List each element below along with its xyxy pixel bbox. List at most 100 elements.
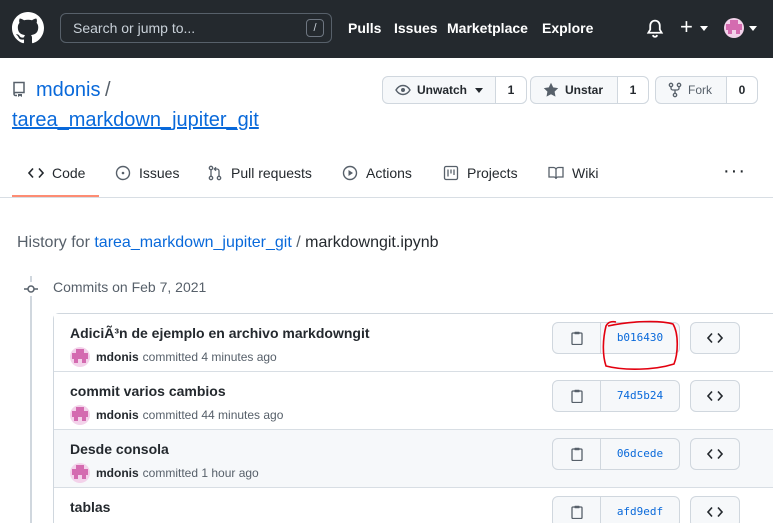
commit-meta: mdonis committed 4 minutes ago bbox=[70, 347, 277, 367]
tab-actions-label: Actions bbox=[366, 165, 412, 181]
sha-button-group: afd9edf bbox=[552, 496, 680, 523]
commit-node-icon bbox=[24, 282, 38, 296]
commit-author-link[interactable]: mdonis bbox=[96, 408, 139, 422]
tab-projects-label: Projects bbox=[467, 165, 518, 181]
nav-issues[interactable]: Issues bbox=[394, 20, 438, 36]
repo-separator: / bbox=[105, 79, 111, 101]
author-avatar[interactable] bbox=[70, 347, 90, 367]
active-tab-indicator bbox=[12, 195, 99, 197]
unwatch-label: Unwatch bbox=[417, 83, 468, 97]
sha-button-group: b016430 bbox=[552, 322, 680, 354]
unstar-label: Unstar bbox=[565, 83, 604, 97]
commit-sha-link[interactable]: b016430 bbox=[601, 323, 679, 353]
unwatch-button[interactable]: Unwatch bbox=[383, 77, 497, 103]
code-icon bbox=[707, 448, 723, 460]
repo-name-link[interactable]: tarea_markdown_jupiter_git bbox=[12, 109, 259, 132]
tab-pull-requests-label: Pull requests bbox=[231, 165, 312, 181]
clipboard-icon bbox=[570, 331, 583, 345]
commit-sha-link[interactable]: 74d5b24 bbox=[601, 381, 679, 411]
tab-projects[interactable]: Projects bbox=[443, 165, 518, 181]
commit-author-link[interactable]: mdonis bbox=[96, 466, 139, 480]
fork-button[interactable]: Fork bbox=[656, 77, 727, 103]
copy-sha-button[interactable] bbox=[553, 323, 601, 353]
repo-owner-link[interactable]: mdonis bbox=[36, 79, 100, 102]
unstar-button[interactable]: Unstar bbox=[531, 77, 619, 103]
github-logo-icon[interactable] bbox=[12, 12, 44, 44]
tab-code-label: Code bbox=[52, 165, 86, 181]
pull-request-icon bbox=[208, 165, 222, 181]
tab-code[interactable]: Code bbox=[28, 165, 85, 181]
code-icon bbox=[707, 332, 723, 344]
code-icon bbox=[707, 506, 723, 518]
nav-marketplace[interactable]: Marketplace bbox=[447, 20, 528, 36]
identicon-icon bbox=[72, 349, 88, 363]
commit-sha-link[interactable]: 06dcede bbox=[601, 439, 679, 469]
author-avatar[interactable] bbox=[70, 463, 90, 483]
commit-time: committed 1 hour ago bbox=[142, 466, 259, 480]
copy-sha-button[interactable] bbox=[553, 381, 601, 411]
tab-issues[interactable]: Issues bbox=[115, 165, 179, 181]
identicon-icon bbox=[726, 20, 742, 34]
eye-icon bbox=[395, 84, 411, 96]
tab-wiki-label: Wiki bbox=[572, 165, 599, 181]
commit-meta: mdonis committed 44 minutes ago bbox=[70, 405, 283, 425]
clipboard-icon bbox=[570, 389, 583, 403]
timeline-line bbox=[30, 276, 32, 523]
history-file-name: markdowngit.ipynb bbox=[305, 234, 439, 251]
code-icon bbox=[707, 390, 723, 402]
browse-repo-button[interactable] bbox=[690, 438, 740, 470]
sha-button-group: 06dcede bbox=[552, 438, 680, 470]
star-count[interactable]: 1 bbox=[618, 77, 649, 103]
star-button-group: Unstar 1 bbox=[530, 76, 650, 104]
clipboard-icon bbox=[570, 505, 583, 519]
identicon-icon bbox=[72, 465, 88, 479]
watch-button-group: Unwatch 1 bbox=[382, 76, 528, 104]
commit-meta: mdonis committed 1 hour ago bbox=[70, 463, 259, 483]
commit-time: committed 44 minutes ago bbox=[142, 408, 284, 422]
fork-label: Fork bbox=[688, 83, 712, 97]
commit-title-link[interactable]: Desde consola bbox=[70, 441, 169, 457]
search-placeholder: Search or jump to... bbox=[73, 20, 196, 36]
commit-row: Desde consola mdonis committed 1 hour ag… bbox=[54, 430, 773, 488]
tab-pull-requests[interactable]: Pull requests bbox=[207, 165, 312, 181]
identicon-icon bbox=[72, 407, 88, 421]
tab-issues-label: Issues bbox=[139, 165, 180, 181]
browse-repo-button[interactable] bbox=[690, 322, 740, 354]
commit-list: AdiciÃ³n de ejemplo en archivo markdowng… bbox=[53, 313, 773, 523]
notifications-bell-icon[interactable] bbox=[646, 19, 664, 39]
commit-title-link[interactable]: AdiciÃ³n de ejemplo en archivo markdowng… bbox=[70, 325, 370, 341]
browse-repo-button[interactable] bbox=[690, 380, 740, 412]
copy-sha-button[interactable] bbox=[553, 497, 601, 523]
author-avatar[interactable] bbox=[70, 405, 90, 425]
more-menu-icon[interactable]: ··· bbox=[723, 160, 746, 183]
nav-pulls[interactable]: Pulls bbox=[348, 20, 381, 36]
commit-title-link[interactable]: tablas bbox=[70, 499, 110, 515]
copy-sha-button[interactable] bbox=[553, 439, 601, 469]
history-repo-link[interactable]: tarea_markdown_jupiter_git bbox=[94, 234, 291, 251]
user-menu-caret-icon[interactable] bbox=[749, 26, 757, 31]
search-shortcut-key: / bbox=[306, 19, 324, 37]
issue-icon bbox=[115, 165, 131, 181]
create-new-plus-icon[interactable]: + bbox=[680, 16, 693, 38]
commit-sha-link[interactable]: afd9edf bbox=[601, 497, 679, 523]
commit-row: AdiciÃ³n de ejemplo en archivo markdowng… bbox=[54, 314, 773, 372]
nav-explore[interactable]: Explore bbox=[542, 20, 593, 36]
star-icon bbox=[543, 82, 559, 97]
user-avatar[interactable] bbox=[724, 18, 744, 38]
fork-count[interactable]: 0 bbox=[727, 77, 757, 103]
tab-wiki[interactable]: Wiki bbox=[548, 165, 598, 181]
commit-title-link[interactable]: commit varios cambios bbox=[70, 383, 226, 399]
create-new-caret-icon[interactable] bbox=[700, 26, 708, 31]
watch-count[interactable]: 1 bbox=[496, 77, 527, 103]
browse-repo-button[interactable] bbox=[690, 496, 740, 523]
clipboard-icon bbox=[570, 447, 583, 461]
repo-icon bbox=[13, 81, 25, 97]
commit-time: committed 4 minutes ago bbox=[142, 350, 277, 364]
fork-button-group: Fork 0 bbox=[655, 76, 758, 104]
sha-button-group: 74d5b24 bbox=[552, 380, 680, 412]
project-icon bbox=[443, 165, 459, 181]
tab-actions[interactable]: Actions bbox=[342, 165, 412, 181]
commit-author-link[interactable]: mdonis bbox=[96, 350, 139, 364]
search-input[interactable]: Search or jump to... / bbox=[60, 13, 332, 43]
repo-tabs: Code Issues Pull requests Actions Projec… bbox=[0, 150, 773, 198]
